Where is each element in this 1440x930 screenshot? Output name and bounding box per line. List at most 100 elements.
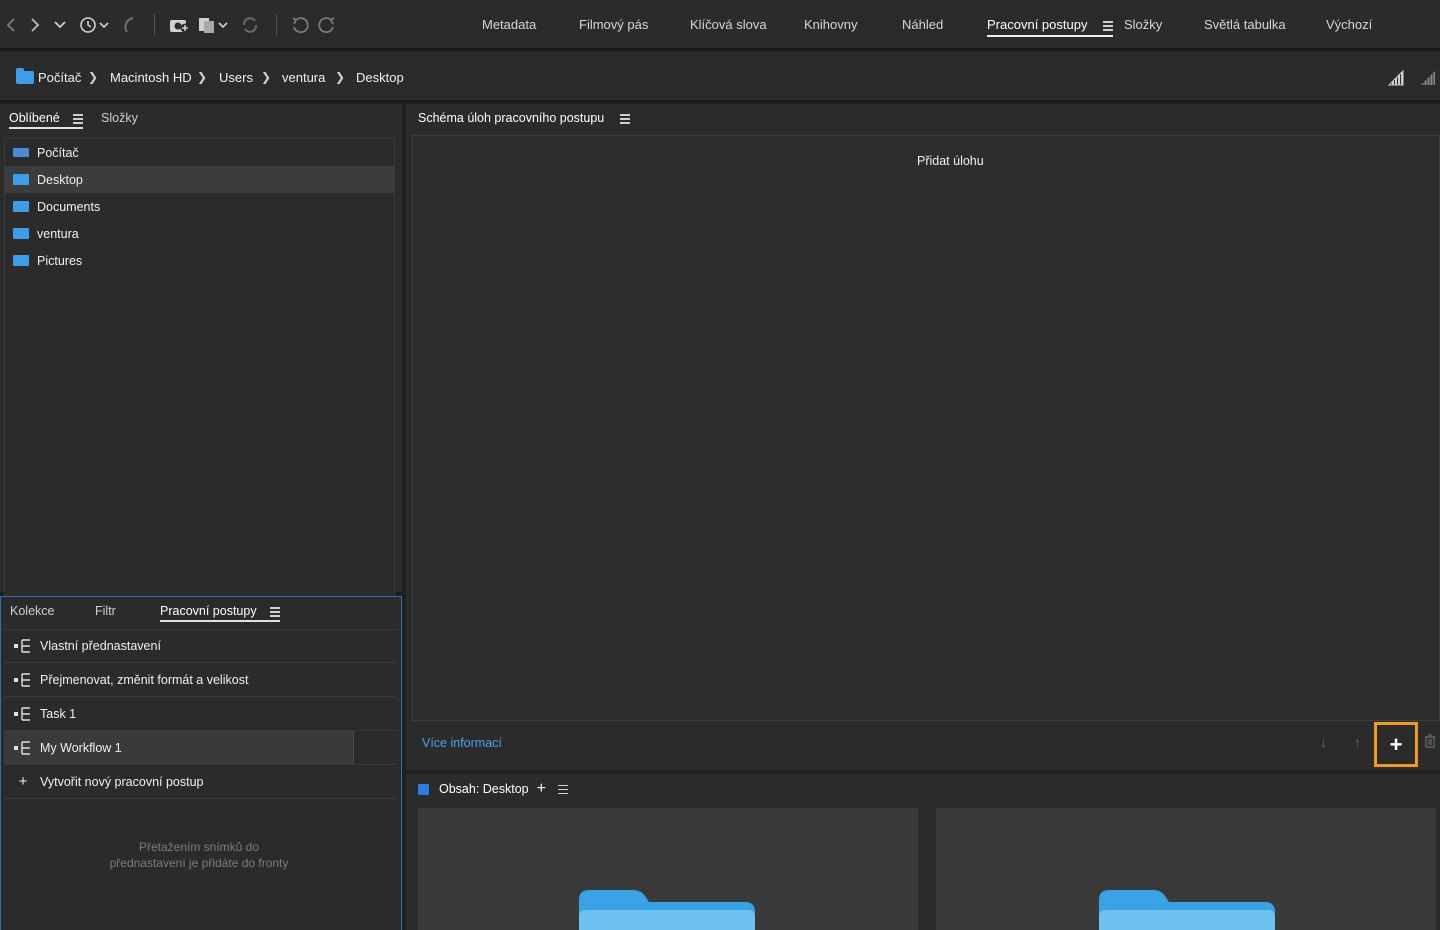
chevron-right-icon: ❯: [261, 70, 272, 84]
computer-folder-icon: [16, 68, 34, 84]
task-schema-area[interactable]: Přidat úlohu: [412, 135, 1440, 721]
home-folder-icon: [13, 228, 29, 239]
rotate-right-icon[interactable]: [317, 13, 337, 37]
favorite-item-documents[interactable]: Documents: [5, 193, 394, 220]
panel-title: Schéma úloh pracovního postupu: [418, 111, 605, 125]
folder-icon: [579, 890, 755, 930]
boomerang-icon[interactable]: [120, 13, 138, 37]
workflows-panel: Kolekce Filtr Pracovní postupy Vlastní p…: [0, 596, 402, 930]
breadcrumb-desktop[interactable]: Desktop: [356, 70, 404, 85]
breadcrumb-computer[interactable]: Počítač: [16, 68, 81, 85]
favorite-item-ventura[interactable]: ventura: [5, 220, 394, 247]
tab-libraries[interactable]: Knihovny: [804, 17, 857, 32]
tab-workflows[interactable]: Pracovní postupy: [987, 17, 1114, 37]
workflow-item-rename-format-size[interactable]: Přejmenovat, změnit formát a velikost: [4, 663, 396, 697]
workflow-label: Vlastní přednastavení: [40, 639, 161, 653]
workflow-item-task-1[interactable]: Task 1: [4, 697, 396, 731]
content-title: Obsah: Desktop: [439, 782, 529, 796]
menu-icon[interactable]: [1103, 21, 1114, 31]
workflow-task-panel: Schéma úloh pracovního postupu Přidat úl…: [406, 104, 1440, 770]
workflow-label: My Workflow 1: [40, 740, 122, 755]
recent-history-icon[interactable]: [78, 13, 110, 37]
tab-light-table[interactable]: Světlá tabulka: [1204, 17, 1286, 32]
menu-icon[interactable]: [270, 607, 281, 617]
workflow-icon: [14, 639, 30, 653]
workflow-icon: [14, 672, 30, 687]
tab-workflows-panel-label: Pracovní postupy: [160, 604, 257, 618]
plus-icon: +: [18, 773, 28, 790]
workflow-label: Task 1: [40, 706, 77, 721]
toolbar-divider: [276, 14, 277, 36]
path-bar: Počítač ❯ Macintosh HD ❯ Users ❯ ventura…: [0, 52, 1440, 102]
folder-icon: [13, 255, 29, 266]
workflow-item-custom-presets[interactable]: Vlastní přednastavení: [4, 629, 396, 663]
chevron-right-icon: ❯: [335, 70, 346, 84]
create-workflow-button[interactable]: + Vytvořit nový pracovní postup: [4, 765, 396, 799]
workflows-panel-tabs: Kolekce Filtr Pracovní postupy: [1, 597, 401, 627]
content-thumbnail[interactable]: [936, 808, 1436, 930]
folder-icon: [1099, 890, 1275, 930]
tab-preview[interactable]: Náhled: [902, 17, 943, 32]
favorite-label: Pictures: [37, 253, 83, 268]
chevron-down-icon[interactable]: [53, 13, 67, 37]
top-toolbar: Metadata Filmový pás Klíčová slova Kniho…: [0, 0, 1440, 50]
breadcrumb-ventura[interactable]: ventura: [282, 70, 325, 85]
tab-metadata[interactable]: Metadata: [482, 17, 536, 32]
content-panel: Obsah: Desktop +: [406, 774, 1440, 930]
move-up-icon[interactable]: ↑: [1354, 734, 1361, 750]
toolbar-divider: [154, 14, 155, 36]
tab-default[interactable]: Výchozí: [1326, 17, 1372, 32]
favorite-label: Documents: [37, 199, 101, 214]
workflow-list: Vlastní přednastavení Přejmenovat, změni…: [4, 629, 396, 799]
drop-hint: Přetažením snímků do přednastavení je př…: [109, 840, 289, 870]
move-down-icon[interactable]: ↓: [1320, 734, 1327, 750]
computer-icon: [13, 148, 29, 157]
rotate-sync-icon[interactable]: [240, 13, 260, 37]
tab-collections[interactable]: Kolekce: [10, 604, 54, 618]
workflow-icon: [14, 706, 30, 721]
workflow-item-my-workflow-1[interactable]: My Workflow 1: [4, 731, 396, 765]
folder-icon: [13, 174, 29, 185]
favorite-label: ventura: [37, 226, 79, 241]
preview-quality-icon[interactable]: [1418, 66, 1438, 90]
trash-icon[interactable]: [1424, 734, 1436, 751]
content-header: Obsah: Desktop +: [418, 780, 568, 798]
favorites-panel: Oblíbené Složky Počítač Desktop Document…: [0, 104, 402, 686]
content-thumbnail[interactable]: [418, 808, 918, 930]
favorite-item-pictures[interactable]: Pictures: [5, 247, 394, 274]
breadcrumb-users[interactable]: Users: [219, 70, 253, 85]
forward-icon[interactable]: [28, 13, 42, 37]
tab-workflows-label: Pracovní postupy: [987, 17, 1088, 32]
menu-icon[interactable]: [619, 114, 630, 124]
menu-icon[interactable]: [73, 114, 84, 124]
favorite-label: Počítač: [37, 145, 79, 160]
tab-filmstrip[interactable]: Filmový pás: [579, 17, 648, 32]
folder-icon: [13, 201, 29, 212]
content-color-icon: [418, 783, 429, 795]
thumbnail-quality-icon[interactable]: [1386, 66, 1406, 90]
favorite-item-computer[interactable]: Počítač: [5, 139, 394, 166]
menu-icon[interactable]: [557, 784, 568, 794]
tab-filter[interactable]: Filtr: [95, 604, 116, 618]
tab-keywords[interactable]: Klíčová slova: [690, 17, 767, 32]
favorite-label: Desktop: [37, 172, 83, 187]
add-task-button[interactable]: +: [1374, 722, 1418, 767]
tab-favorites[interactable]: Oblíbené: [9, 111, 84, 129]
favorite-item-desktop[interactable]: Desktop: [5, 166, 394, 193]
workflow-label: Přejmenovat, změnit formát a velikost: [40, 672, 249, 687]
camera-import-icon[interactable]: [169, 13, 191, 37]
tab-favorites-label: Oblíbené: [9, 111, 60, 125]
tab-folders[interactable]: Složky: [101, 111, 138, 125]
breadcrumb-macintosh-hd[interactable]: Macintosh HD: [110, 70, 192, 85]
favorites-panel-tabs: Oblíbené Složky: [0, 104, 402, 134]
add-content-button[interactable]: +: [537, 780, 546, 798]
rotate-left-icon[interactable]: [290, 13, 310, 37]
more-info-link[interactable]: Více informací: [422, 736, 502, 750]
panel-header: Schéma úloh pracovního postupu: [418, 111, 630, 125]
back-icon[interactable]: [4, 13, 18, 37]
workflow-icon: [14, 740, 30, 755]
tab-workflows-panel[interactable]: Pracovní postupy: [160, 604, 281, 622]
chevron-right-icon: ❯: [88, 70, 99, 84]
tab-folders[interactable]: Složky: [1124, 17, 1162, 32]
refine-icon[interactable]: [198, 13, 230, 37]
